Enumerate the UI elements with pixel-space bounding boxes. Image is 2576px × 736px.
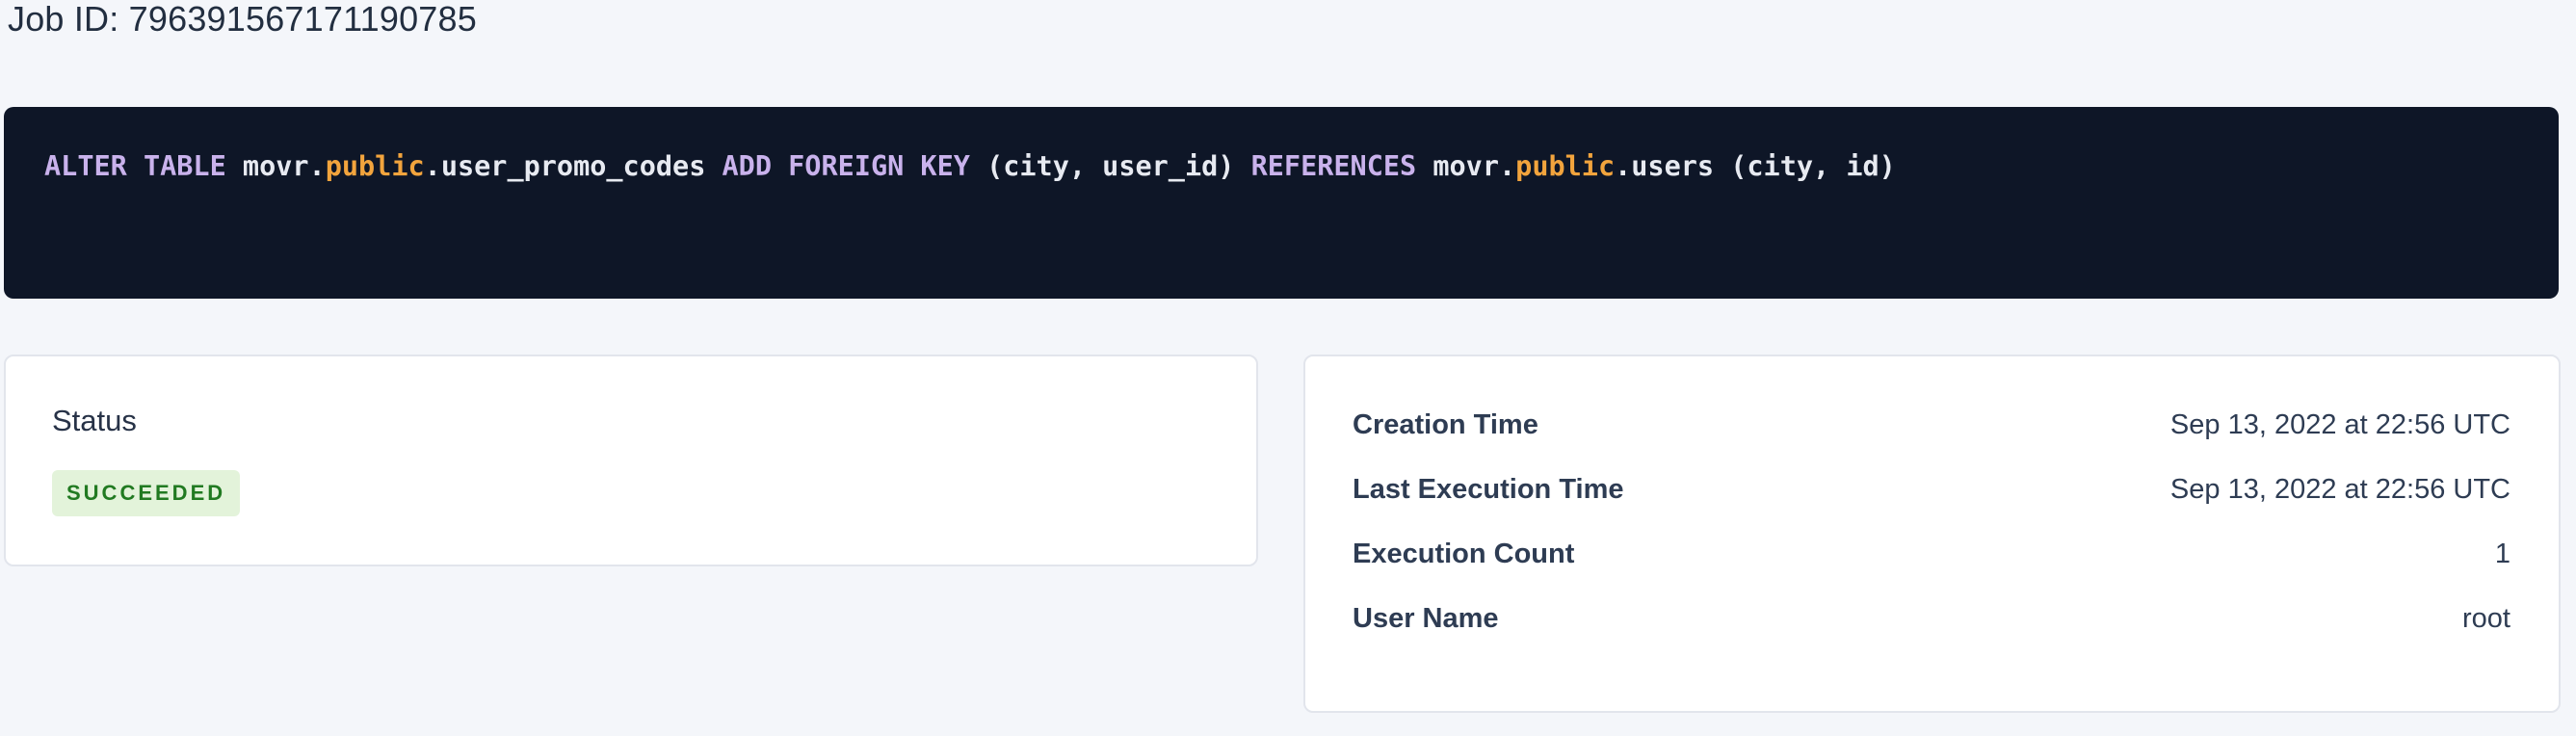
detail-value: 1 xyxy=(2495,538,2510,570)
sql-token-identifier: movr. xyxy=(1433,150,1515,182)
status-card-heading: Status xyxy=(52,403,1210,439)
details-rows: Creation TimeSep 13, 2022 at 22:56 UTCLa… xyxy=(1353,408,2510,635)
detail-label: Last Execution Time xyxy=(1353,473,1624,506)
detail-value: Sep 13, 2022 at 22:56 UTC xyxy=(2170,473,2510,506)
sql-token-identifier: .user_promo_codes xyxy=(425,150,723,182)
sql-token-database: public xyxy=(326,150,425,182)
detail-label: Execution Count xyxy=(1353,538,1574,570)
detail-value: root xyxy=(2462,602,2510,635)
sql-token-database: public xyxy=(1515,150,1615,182)
sql-statement-box: ALTER TABLE movr.public.user_promo_codes… xyxy=(4,107,2559,299)
sql-token-identifier: movr. xyxy=(243,150,326,182)
detail-value: Sep 13, 2022 at 22:56 UTC xyxy=(2170,408,2510,441)
details-card: Creation TimeSep 13, 2022 at 22:56 UTCLa… xyxy=(1303,355,2561,713)
detail-row: Creation Time Sep 13, 2022 at 22:56 UTC xyxy=(1353,408,2510,441)
sql-token-identifier: (city, user_id) xyxy=(986,150,1251,182)
sql-token-identifier: .users (city, id) xyxy=(1615,150,1896,182)
detail-row: User Name root xyxy=(1353,602,2510,635)
sql-statement: ALTER TABLE movr.public.user_promo_codes… xyxy=(44,151,2518,182)
sql-token-keyword: ALTER TABLE xyxy=(44,150,243,182)
summary-cards: Status SUCCEEDED Creation Time Sep 13, 20… xyxy=(4,355,2561,713)
detail-row: Execution Count 1 xyxy=(1353,538,2510,570)
sql-token-keyword: ADD FOREIGN KEY xyxy=(723,150,987,182)
detail-label: Creation Time xyxy=(1353,408,1538,441)
detail-label: User Name xyxy=(1353,602,1499,635)
detail-row: Last Execution Time Sep 13, 2022 at 22:56… xyxy=(1353,473,2510,506)
status-card: Status SUCCEEDED xyxy=(4,355,1258,566)
sql-token-keyword: REFERENCES xyxy=(1251,150,1433,182)
status-badge: SUCCEEDED xyxy=(52,470,240,516)
page-title-job-id: Job ID: 796391567171190785 xyxy=(8,0,477,40)
